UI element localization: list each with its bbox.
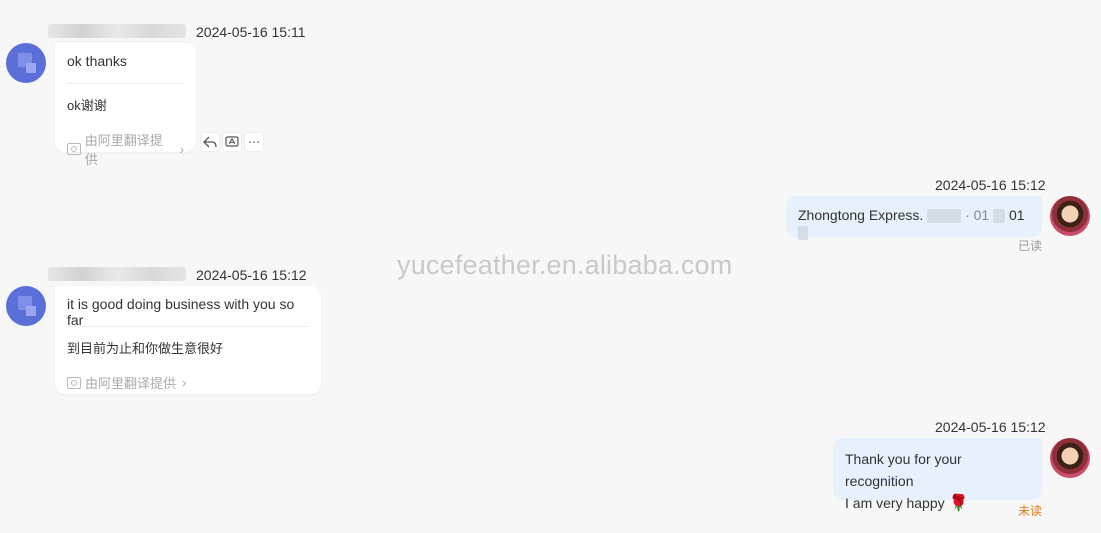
reply-icon[interactable] <box>200 132 220 152</box>
message-timestamp: 2024-05-16 15:12 <box>196 267 307 283</box>
message-translation: ok谢谢 <box>67 98 107 113</box>
translate-provider-icon <box>67 376 81 389</box>
contact-name-redacted <box>48 267 186 281</box>
watermark: yucefeather.en.alibaba.com <box>397 250 733 280</box>
unread-status: 未读 <box>1018 504 1043 518</box>
translation-provider-label: 由阿里翻译提供 <box>84 133 163 167</box>
contact-avatar[interactable] <box>6 286 46 326</box>
message-timestamp: 2024-05-16 15:12 <box>935 419 1046 435</box>
chevron-right-icon: › <box>179 141 184 157</box>
user-avatar[interactable] <box>1050 196 1090 236</box>
more-options-icon[interactable]: ⋯ <box>244 132 264 152</box>
message-toolbar: ⋯ <box>200 132 264 152</box>
message-original-text: ok thanks <box>67 53 127 69</box>
message-original-text: it is good doing business with you so fa… <box>67 296 295 328</box>
message-text-line: Thank you for your recognition <box>845 451 962 489</box>
contact-avatar[interactable] <box>6 43 46 83</box>
message-text-line-2: I am very happy 🌹 <box>845 492 1030 515</box>
message-timestamp: 2024-05-16 15:11 <box>196 24 306 40</box>
translation-provider-link[interactable]: 由阿里翻译提供 › <box>55 114 196 178</box>
incoming-message-bubble[interactable]: it is good doing business with you so fa… <box>55 286 321 394</box>
translate-provider-icon <box>67 143 81 155</box>
message-text: Zhongtong Express. <box>798 207 924 223</box>
read-status: 已读 <box>1018 239 1043 253</box>
message-text: I am very happy <box>845 495 945 511</box>
message-timestamp: 2024-05-16 15:12 <box>935 177 1046 193</box>
message-text-fragment: · 01 <box>965 207 990 223</box>
chevron-right-icon: › <box>182 375 187 390</box>
incoming-message-bubble[interactable]: ok thanks ok谢谢 由阿里翻译提供 › <box>55 43 196 167</box>
outgoing-message-bubble[interactable]: Zhongtong Express. · 01 01 <box>786 196 1042 240</box>
outgoing-message-bubble[interactable]: Thank you for your recognition I am very… <box>833 438 1042 512</box>
translation-provider-link[interactable]: 由阿里翻译提供 › <box>55 357 321 402</box>
translation-provider-label: 由阿里翻译提供 <box>85 376 177 391</box>
user-avatar[interactable] <box>1050 438 1090 478</box>
redacted-text <box>798 225 808 240</box>
redacted-text <box>993 209 1006 224</box>
contact-name-redacted <box>48 24 186 38</box>
redacted-text <box>927 209 962 224</box>
message-text-fragment: 01 <box>1008 207 1025 223</box>
message-translation: 到目前为止和你做生意很好 <box>67 341 224 356</box>
translate-icon[interactable] <box>222 132 242 152</box>
rose-emoji: 🌹 <box>948 495 969 512</box>
